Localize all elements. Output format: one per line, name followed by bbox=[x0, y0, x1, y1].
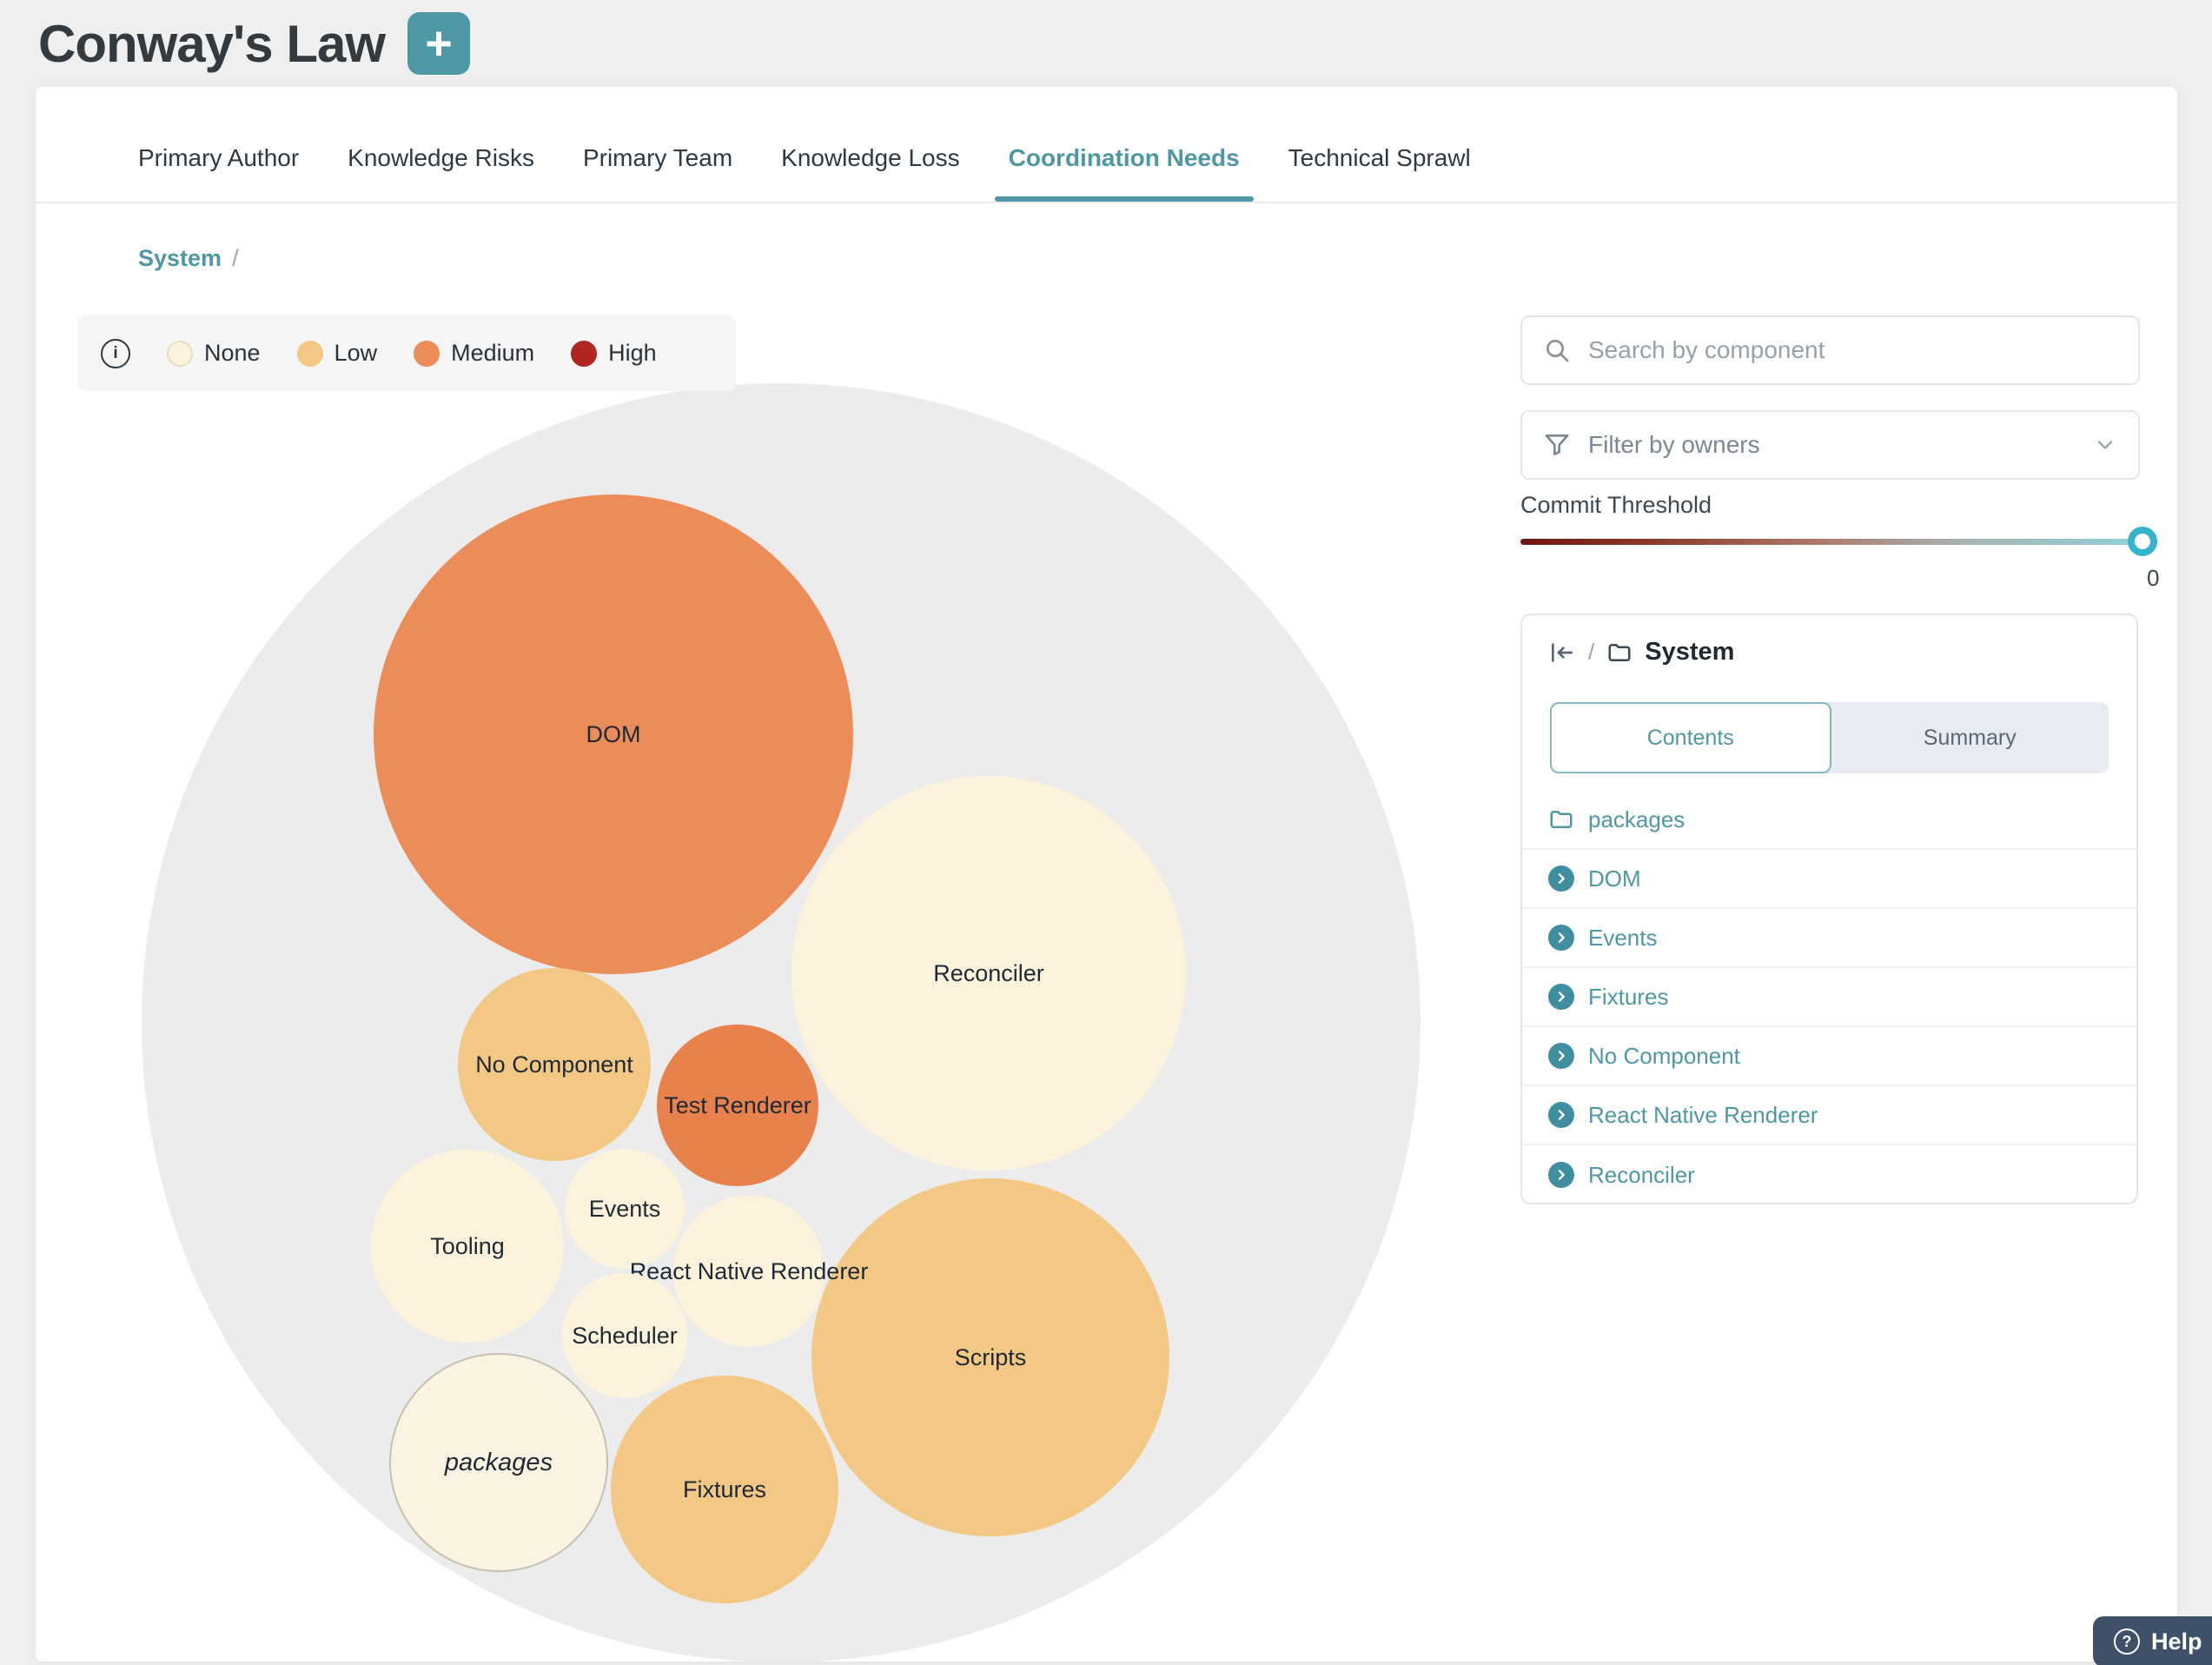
low-dot-icon bbox=[297, 341, 323, 367]
component-icon bbox=[1548, 1162, 1574, 1188]
bubble-label: packages bbox=[445, 1449, 553, 1477]
bubble-label: Scheduler bbox=[572, 1323, 678, 1350]
tab-technical-sprawl[interactable]: Technical Sprawl bbox=[1288, 115, 1471, 202]
bubble-react-native-renderer[interactable]: React Native Renderer bbox=[673, 1196, 825, 1347]
bubble-no-component[interactable]: No Component bbox=[458, 968, 651, 1161]
list-item-no-component[interactable]: No Component bbox=[1522, 1027, 2136, 1086]
list-item-label: DOM bbox=[1588, 866, 1641, 892]
folder-icon bbox=[1606, 640, 1633, 666]
bubble-packages[interactable]: packages bbox=[389, 1353, 608, 1572]
list-item-reconciler[interactable]: Reconciler bbox=[1522, 1145, 2136, 1204]
medium-dot-icon bbox=[414, 341, 440, 367]
bubble-tooling[interactable]: Tooling bbox=[371, 1150, 564, 1343]
bubble-reconciler[interactable]: Reconciler bbox=[791, 776, 1186, 1171]
main-card: Primary Author Knowledge Risks Primary T… bbox=[36, 87, 2177, 1662]
list-item-label: Reconciler bbox=[1588, 1162, 1695, 1189]
collapse-left-icon[interactable] bbox=[1548, 639, 1576, 667]
legend: i None Low Medium High bbox=[78, 315, 736, 391]
bubble-label: Reconciler bbox=[933, 960, 1044, 987]
commit-threshold-label: Commit Threshold bbox=[1520, 492, 1712, 519]
list-item-label: No Component bbox=[1588, 1043, 1740, 1070]
legend-item-high: High bbox=[571, 340, 657, 367]
high-dot-icon bbox=[571, 341, 597, 367]
tab-knowledge-loss[interactable]: Knowledge Loss bbox=[781, 115, 959, 202]
list-item-packages[interactable]: packages bbox=[1522, 791, 2136, 850]
panel-contents-list: packages DOM Events Fixtures No Componen… bbox=[1522, 791, 2136, 1204]
bubble-label: Scripts bbox=[955, 1344, 1027, 1371]
list-item-react-native-renderer[interactable]: React Native Renderer bbox=[1522, 1086, 2136, 1145]
bubble-label: Test Renderer bbox=[664, 1092, 811, 1119]
system-panel: / System Contents Summary packages DOM E… bbox=[1520, 614, 2138, 1204]
tab-contents[interactable]: Contents bbox=[1550, 702, 1831, 773]
slider-value: 0 bbox=[2147, 565, 2159, 592]
component-icon bbox=[1548, 1102, 1574, 1128]
list-item-fixtures[interactable]: Fixtures bbox=[1522, 968, 2136, 1027]
filter-placeholder: Filter by owners bbox=[1588, 431, 2076, 459]
panel-header: / System bbox=[1548, 638, 1734, 667]
legend-item-none: None bbox=[167, 340, 261, 367]
info-icon[interactable]: i bbox=[101, 339, 130, 368]
tab-primary-author[interactable]: Primary Author bbox=[138, 115, 299, 202]
search-icon bbox=[1543, 336, 1571, 364]
commit-threshold-slider[interactable] bbox=[1520, 526, 2142, 557]
component-icon bbox=[1548, 925, 1574, 951]
list-item-dom[interactable]: DOM bbox=[1522, 850, 2136, 909]
funnel-icon bbox=[1543, 431, 1571, 459]
component-icon bbox=[1548, 984, 1574, 1010]
list-item-label: packages bbox=[1588, 806, 1685, 833]
filter-dropdown[interactable]: Filter by owners bbox=[1520, 410, 2140, 480]
plus-icon: + bbox=[425, 20, 453, 67]
list-item-label: Events bbox=[1588, 925, 1658, 952]
bubble-test-renderer[interactable]: Test Renderer bbox=[657, 1025, 818, 1186]
add-button[interactable]: + bbox=[407, 12, 470, 75]
bubble-events[interactable]: Events bbox=[565, 1149, 685, 1269]
slider-handle[interactable] bbox=[2128, 527, 2157, 556]
component-icon bbox=[1548, 1043, 1574, 1069]
component-icon bbox=[1548, 866, 1574, 892]
tab-primary-team[interactable]: Primary Team bbox=[583, 115, 732, 202]
list-item-label: Fixtures bbox=[1588, 984, 1668, 1011]
question-icon: ? bbox=[2114, 1629, 2140, 1655]
folder-icon bbox=[1548, 806, 1574, 832]
chevron-down-icon bbox=[2093, 433, 2117, 457]
none-dot-icon bbox=[167, 341, 193, 367]
tab-bar: Primary Author Knowledge Risks Primary T… bbox=[138, 115, 1471, 202]
tab-summary[interactable]: Summary bbox=[1831, 702, 2109, 773]
bubble-label: Events bbox=[589, 1196, 661, 1223]
list-item-events[interactable]: Events bbox=[1522, 909, 2136, 968]
legend-label: Medium bbox=[451, 340, 534, 367]
panel-tab-toggle: Contents Summary bbox=[1550, 702, 2109, 773]
bubble-scripts[interactable]: Scripts bbox=[811, 1178, 1169, 1536]
list-item-label: React Native Renderer bbox=[1588, 1102, 1818, 1129]
app-header: Conway's Law + bbox=[38, 0, 470, 87]
help-button[interactable]: ? Help bbox=[2093, 1616, 2212, 1665]
tab-knowledge-risks[interactable]: Knowledge Risks bbox=[348, 115, 534, 202]
panel-breadcrumb-separator: / bbox=[1588, 639, 1594, 666]
legend-item-medium: Medium bbox=[414, 340, 534, 367]
slider-track[interactable] bbox=[1520, 539, 2142, 545]
bubble-dom[interactable]: DOM bbox=[374, 494, 853, 974]
legend-label: High bbox=[608, 340, 657, 367]
bubble-label: DOM bbox=[586, 721, 641, 748]
legend-label: None bbox=[204, 340, 261, 367]
help-label: Help bbox=[2151, 1629, 2202, 1655]
panel-title: System bbox=[1645, 638, 1734, 667]
legend-item-low: Low bbox=[297, 340, 378, 367]
legend-label: Low bbox=[334, 340, 378, 367]
page-title: Conway's Law bbox=[38, 14, 385, 74]
bubble-label: No Component bbox=[475, 1051, 633, 1078]
bubble-label: Tooling bbox=[430, 1233, 505, 1260]
bubble-label: Fixtures bbox=[683, 1476, 766, 1503]
bubble-scheduler[interactable]: Scheduler bbox=[562, 1273, 687, 1398]
search-box bbox=[1520, 315, 2140, 385]
tab-coordination-needs[interactable]: Coordination Needs bbox=[1009, 115, 1240, 202]
bubble-label: React Native Renderer bbox=[630, 1258, 869, 1285]
bubble-fixtures[interactable]: Fixtures bbox=[611, 1376, 838, 1603]
search-input[interactable] bbox=[1588, 336, 2117, 364]
